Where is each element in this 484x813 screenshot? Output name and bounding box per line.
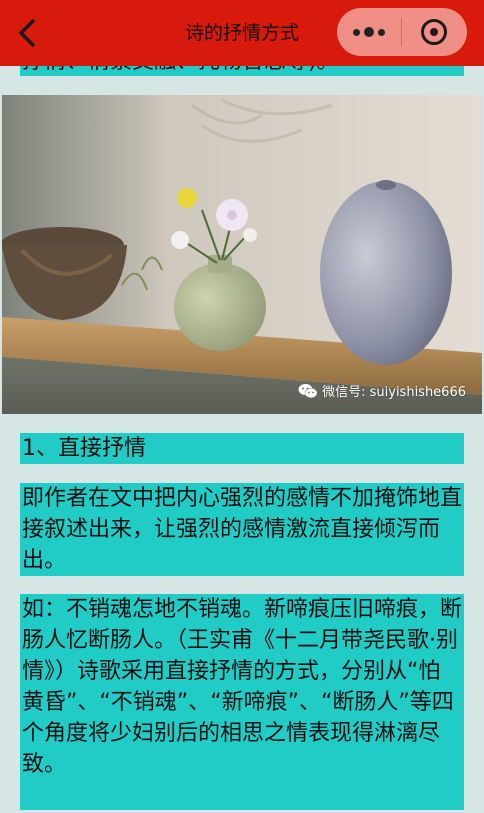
watermark-text: 微信号: suiyishishe666 [322, 385, 466, 400]
vase-still-life-illustration [2, 95, 482, 414]
section-heading-block: 1、直接抒情 [20, 433, 464, 464]
target-circle-icon [421, 19, 447, 45]
wechat-icon [298, 383, 318, 398]
section-heading: 1、直接抒情 [22, 436, 146, 461]
more-dot-icon [364, 27, 374, 37]
target-core [430, 28, 438, 36]
article-image[interactable]: 微信号: suiyishishe666 [2, 95, 482, 414]
top-navigation-bar: 诗的抒情方式 [0, 0, 484, 66]
chevron-left-icon [19, 19, 35, 47]
mini-program-capsule [337, 8, 467, 56]
page-title: 诗的抒情方式 [184, 22, 299, 44]
image-watermark: 微信号: suiyishishe666 [298, 381, 466, 400]
paragraph-text: 如：不销魂怎地不销魂。新啼痕压旧啼痕，断肠人忆断肠人。（王实甫《十二月带尧民歌·… [22, 597, 463, 777]
more-dot-icon [378, 28, 385, 36]
more-menu-button[interactable] [337, 8, 401, 56]
back-button[interactable] [12, 16, 42, 50]
paragraph-block: 如：不销魂怎地不销魂。新啼痕压旧啼痕，断肠人忆断肠人。（王实甫《十二月带尧民歌·… [20, 594, 464, 810]
close-program-button[interactable] [402, 8, 466, 56]
paragraph-block: 即作者在文中把内心强烈的感情不加掩饰地直接叙述出来，让强烈的感情激流直接倾泻而出… [20, 483, 464, 576]
more-dot-icon [353, 28, 360, 36]
paragraph-text: 即作者在文中把内心强烈的感情不加掩饰地直接叙述出来，让强烈的感情激流直接倾泻而出… [22, 486, 463, 573]
